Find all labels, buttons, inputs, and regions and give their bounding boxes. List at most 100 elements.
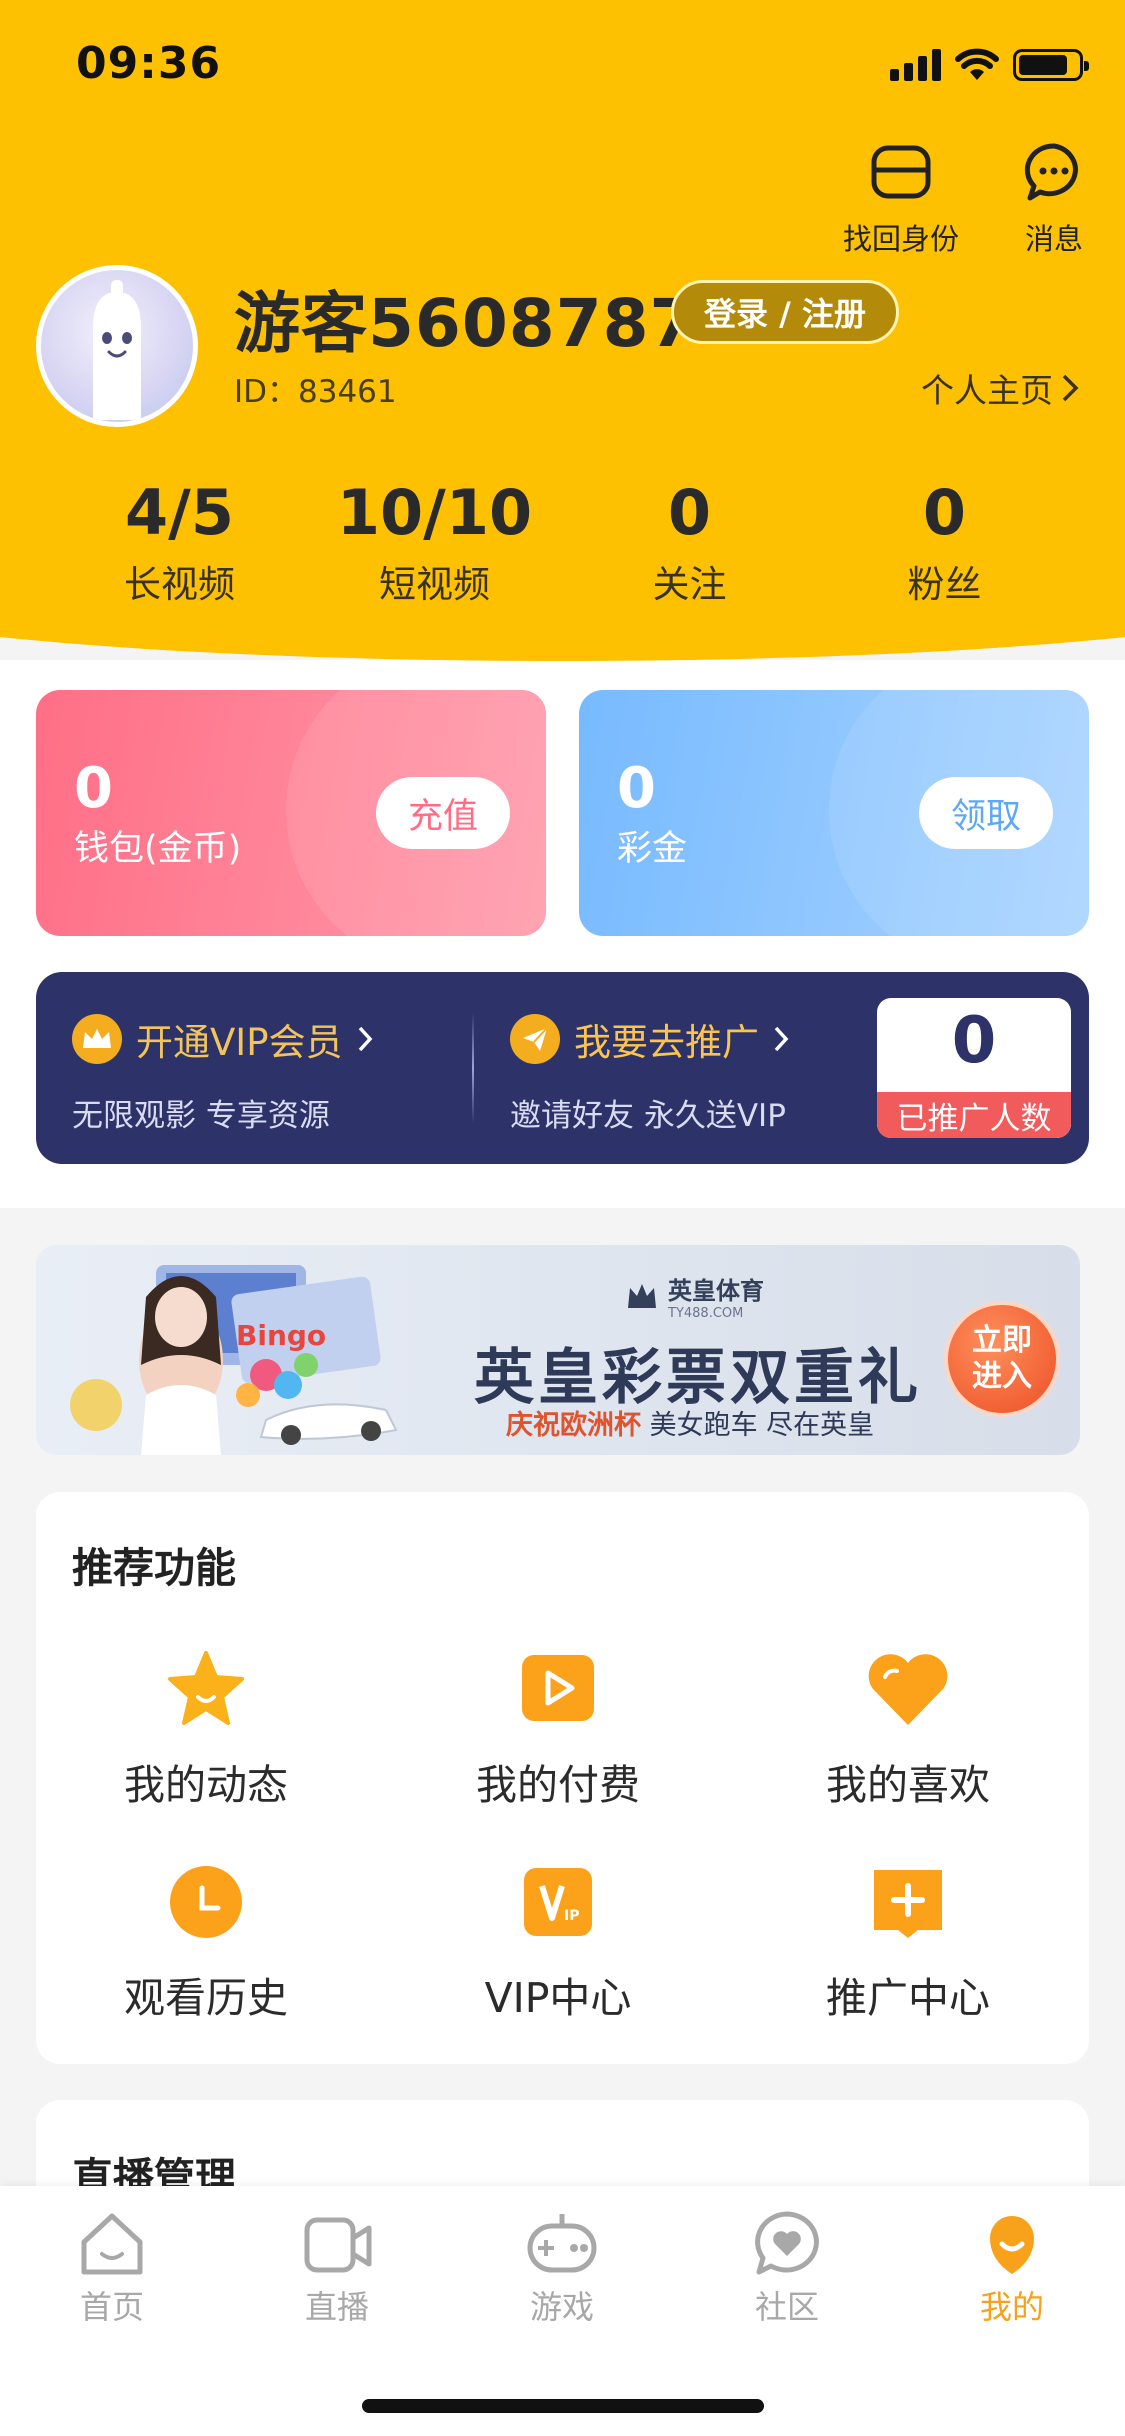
feature-label: 我的喜欢 <box>826 1761 990 1809</box>
home-indicator[interactable] <box>362 2399 764 2413</box>
tab-label: 我的 <box>979 2288 1044 2326</box>
plus-icon <box>874 1870 942 1938</box>
vip-promo-bar: 开通VIP会员 无限观影 专享资源 我要去推广 邀请好友 永久送VIP 0 已推… <box>36 972 1089 1164</box>
crown-icon <box>72 1014 122 1064</box>
stat-label: 关注 <box>652 563 727 606</box>
open-vip-subtitle: 无限观影 专享资源 <box>72 1098 330 1134</box>
messages-button[interactable]: 消息 <box>1022 140 1086 258</box>
tab-live[interactable]: 直播 <box>247 2208 427 2328</box>
recover-identity-button[interactable]: 找回身份 <box>843 140 959 258</box>
promoted-count-label: 已推广人数 <box>877 1092 1071 1138</box>
feature-vip-center[interactable]: IP VIP中心 <box>408 1860 708 2024</box>
banner-subtitle: 庆祝欧洲杯 美女跑车 尽在英皇 <box>506 1403 874 1442</box>
id-card-icon <box>871 145 931 199</box>
bonus-card[interactable]: 0 彩金 领取 <box>579 690 1089 936</box>
bonus-value: 0 <box>617 756 656 821</box>
ghost-mascot-icon <box>93 280 141 420</box>
paper-plane-icon <box>510 1014 560 1064</box>
personal-homepage-label: 个人主页 <box>921 371 1053 410</box>
banner-enter-line2: 进入 <box>972 1359 1032 1394</box>
banner-subtitle-text: 美女跑车 尽在英皇 <box>649 1410 875 1441</box>
username: 游客5608787 <box>234 285 697 362</box>
status-time: 09:36 <box>76 38 222 89</box>
promoted-count: 0 <box>951 1004 997 1078</box>
status-icons <box>890 48 1089 82</box>
bonus-label: 彩金 <box>617 829 688 869</box>
banner-brand: 英皇体育 TY488.COM <box>624 1271 764 1321</box>
feature-label: 我的付费 <box>476 1761 640 1809</box>
promoted-count-box[interactable]: 0 已推广人数 <box>877 998 1071 1138</box>
feature-my-posts[interactable]: 我的动态 <box>56 1647 356 1811</box>
promote-link[interactable]: 我要去推广 <box>510 1012 789 1066</box>
banner-enter-button[interactable]: 立即 进入 <box>944 1301 1060 1417</box>
message-bubble-icon <box>1024 143 1078 201</box>
messages-label: 消息 <box>1024 222 1083 256</box>
recommended-features-panel: 推荐功能 我的动态 我的付费 我的喜欢 观看历史 IP VIP中心 推广中心 <box>36 1492 1089 2064</box>
stat-value: 0 <box>922 476 967 549</box>
crown-logo-icon <box>628 1284 656 1308</box>
tab-label: 首页 <box>79 2288 144 2326</box>
avatar[interactable] <box>36 265 198 427</box>
ad-banner[interactable]: Bingo 英皇体育 TY488.COM 英皇彩票双重礼 庆祝欧洲杯 美女跑车 … <box>36 1245 1080 1455</box>
banner-brand-name: 英皇体育 <box>668 1277 764 1305</box>
feature-label: 观看历史 <box>124 1974 288 2022</box>
feature-promotion-center[interactable]: 推广中心 <box>758 1860 1058 2024</box>
svg-text:IP: IP <box>564 1908 579 1924</box>
feature-label: 我的动态 <box>124 1761 288 1809</box>
recover-identity-label: 找回身份 <box>843 222 960 256</box>
tab-games[interactable]: 游戏 <box>472 2208 652 2328</box>
clock-icon <box>170 1866 242 1938</box>
tab-community[interactable]: 社区 <box>697 2208 877 2328</box>
stat-value: 0 <box>667 476 712 549</box>
promote-subtitle: 邀请好友 永久送VIP <box>510 1098 786 1134</box>
claim-button[interactable]: 领取 <box>919 777 1053 849</box>
banner-subtitle-highlight: 庆祝欧洲杯 <box>506 1410 641 1441</box>
battery-icon <box>1013 49 1089 81</box>
stat-followers[interactable]: 0 粉丝 <box>817 478 1072 608</box>
cellular-signal-icon <box>890 49 941 81</box>
divider <box>472 1012 474 1124</box>
banner-illustration: Bingo <box>70 1265 398 1455</box>
profile-icon <box>990 2216 1034 2274</box>
stat-label: 粉丝 <box>907 563 982 606</box>
open-vip-label: 开通VIP会员 <box>136 1021 343 1064</box>
heart-icon <box>868 1654 948 1725</box>
play-icon <box>522 1655 594 1721</box>
chevron-right-icon <box>1062 374 1079 402</box>
stat-value: 10/10 <box>336 476 533 549</box>
wallet-coins-value: 0 <box>74 756 113 821</box>
wallet-card[interactable]: 0 钱包(金币) 充值 <box>36 690 546 936</box>
recharge-button[interactable]: 充值 <box>376 777 510 849</box>
star-icon <box>168 1651 244 1725</box>
tab-label: 社区 <box>754 2288 819 2326</box>
feature-watch-history[interactable]: 观看历史 <box>56 1860 356 2024</box>
vip-icon: IP <box>524 1868 592 1936</box>
chevron-right-icon <box>774 1026 789 1052</box>
stat-short-videos[interactable]: 10/10 短视频 <box>307 478 562 608</box>
feature-my-payments[interactable]: 我的付费 <box>408 1647 708 1811</box>
promote-label: 我要去推广 <box>574 1021 759 1064</box>
stat-label: 长视频 <box>124 563 235 606</box>
chevron-right-icon <box>358 1026 372 1052</box>
stat-long-videos[interactable]: 4/5 长视频 <box>52 478 307 608</box>
login-register-button[interactable]: 登录 / 注册 <box>671 280 899 344</box>
open-vip-link[interactable]: 开通VIP会员 <box>72 1012 373 1066</box>
community-icon <box>755 2211 819 2275</box>
feature-label: 推广中心 <box>826 1974 990 2022</box>
gamepad-icon <box>527 2214 597 2273</box>
banner-art-text: Bingo <box>236 1319 326 1352</box>
section-title: 推荐功能 <box>72 1544 236 1592</box>
stat-following[interactable]: 0 关注 <box>562 478 817 608</box>
banner-brand-url: TY488.COM <box>668 1306 744 1321</box>
tab-home[interactable]: 首页 <box>22 2208 202 2328</box>
personal-homepage-link[interactable]: 个人主页 <box>921 364 1079 412</box>
stats-row: 4/5 长视频 10/10 短视频 0 关注 0 粉丝 <box>0 478 1125 608</box>
home-icon <box>81 2213 143 2275</box>
wallet-coins-label: 钱包(金币) <box>74 829 242 869</box>
wifi-icon <box>955 48 999 80</box>
tab-label: 游戏 <box>529 2288 594 2326</box>
tab-mine[interactable]: 我的 <box>922 2208 1102 2328</box>
feature-my-likes[interactable]: 我的喜欢 <box>758 1647 1058 1811</box>
stat-value: 4/5 <box>125 476 234 549</box>
feature-label: VIP中心 <box>484 1974 632 2022</box>
